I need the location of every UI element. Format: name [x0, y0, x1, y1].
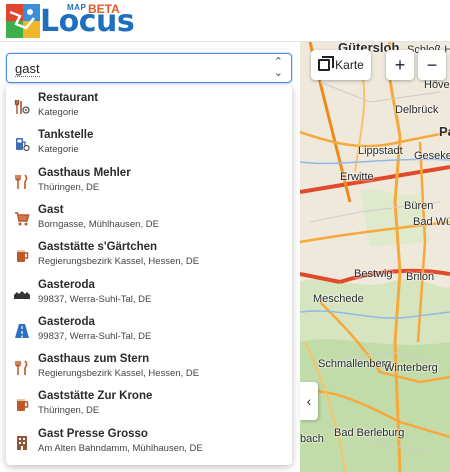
search-result-item[interactable]: Gasteroda 99837, Werra-Suhl-Tal, DE: [6, 275, 292, 312]
map-label-bach: bach: [300, 433, 324, 445]
map-label-pa: Pa: [439, 124, 450, 139]
result-title: Tankstelle: [38, 129, 94, 142]
result-title: Gaststätte s'Gärtchen: [38, 241, 158, 254]
result-subtitle: Thüringen, DE: [38, 181, 100, 193]
map-label-geseke: Geseke: [414, 150, 450, 162]
map-label-bueren: Büren: [404, 200, 434, 212]
result-title: Gaststätte Zur Krone: [38, 390, 153, 403]
result-title: Gasteroda: [38, 315, 95, 328]
result-title: Gast: [38, 203, 64, 216]
result-subtitle: 99837, Werra-Suhl-Tal, DE: [38, 293, 152, 305]
locus-logo-icon: [6, 4, 40, 38]
road-icon: [14, 323, 30, 339]
search-results-list: Restaurant Kategorie Tankstelle Kategorie Ga…: [6, 85, 292, 465]
app-header: MAP Locus BETA: [0, 0, 450, 42]
fuel-category-icon: [14, 136, 30, 152]
shopping-cart-icon: [14, 211, 30, 227]
search-result-item[interactable]: Gast Borngasse, Mühlhausen, DE: [6, 200, 292, 237]
collapse-chevron-icon[interactable]: ⌃ ⌄: [274, 57, 283, 79]
result-title: Gasthaus Mehler: [38, 166, 131, 179]
map-label-lippstadt: Lippstadt: [358, 145, 403, 157]
result-subtitle: Borngasse, Mühlhausen, DE: [38, 218, 159, 230]
layers-icon: [318, 56, 335, 71]
search-result-item[interactable]: Gaststätte Zur Krone Thüringen, DE: [6, 386, 292, 423]
collapse-panel-button[interactable]: ‹: [300, 382, 318, 420]
search-input-value: gast: [15, 61, 40, 77]
zoom-out-button[interactable]: −: [418, 50, 446, 80]
search-input[interactable]: gast ⌃ ⌄: [6, 53, 292, 83]
map-label-hoeve: Höve: [424, 79, 450, 91]
search-result-item[interactable]: Gasthaus Mehler Thüringen, DE: [6, 163, 292, 200]
map-label-winterberg: Winterberg: [384, 362, 438, 374]
result-subtitle: Regierungsbezirk Kassel, Hessen, DE: [38, 256, 200, 268]
map-label-delbrueck: Delbrück: [395, 104, 439, 116]
fork-knife-icon: [14, 174, 30, 190]
result-subtitle: Thüringen, DE: [38, 405, 100, 417]
result-subtitle: Kategorie: [38, 107, 79, 118]
result-title: Gast Presse Grosso: [38, 427, 148, 440]
search-result-item[interactable]: Gaststätte s'Gärtchen Regierungsbezirk Ka…: [6, 237, 292, 274]
search-result-item[interactable]: Restaurant Kategorie: [6, 88, 292, 125]
map-layer-label: Karte: [335, 58, 364, 72]
search-result-item[interactable]: Tankstelle Kategorie: [6, 125, 292, 162]
search-result-item[interactable]: Gasthaus zum Stern Regierungsbezirk Kasse…: [6, 349, 292, 386]
result-title: Restaurant: [38, 92, 99, 104]
result-title: Gasteroda: [38, 278, 95, 291]
beer-mug-icon: [14, 248, 30, 264]
map-label-bestwig: Bestwig: [354, 268, 393, 280]
map-label-erwitte: Erwitte: [340, 171, 374, 183]
map-label-brilon: Brilon: [406, 271, 435, 283]
map-label-schmallenberg: Schmallenberg: [318, 358, 392, 370]
map-label-bad-berleburg: Bad Berleburg: [334, 427, 405, 439]
result-subtitle: Kategorie: [38, 144, 79, 156]
result-subtitle: Am Alten Bahndamm, Mühlhausen, DE: [38, 442, 203, 454]
search-result-item[interactable]: Gasteroda 99837, Werra-Suhl-Tal, DE: [6, 312, 292, 349]
result-subtitle: 99837, Werra-Suhl-Tal, DE: [38, 330, 152, 342]
map-view[interactable]: Gütersloh Schloß Holte Höve Delbrück Pa …: [300, 42, 450, 472]
beta-badge: BETA: [88, 2, 120, 16]
result-subtitle: Regierungsbezirk Kassel, Hessen, DE: [38, 368, 200, 380]
building-icon: [14, 435, 30, 451]
map-label-bad-wuennenberg: Bad Wü: [413, 216, 450, 228]
result-title: Gasthaus zum Stern: [38, 353, 150, 366]
village-icon: [14, 286, 30, 302]
beer-mug-icon: [14, 397, 30, 413]
map-layer-button[interactable]: Karte: [311, 50, 371, 80]
zoom-in-button[interactable]: +: [386, 50, 414, 80]
search-result-item[interactable]: Gast Presse Grosso Am Alten Bahndamm, Müh…: [6, 424, 292, 461]
map-label-meschede: Meschede: [313, 293, 364, 305]
fork-knife-icon: [14, 360, 30, 376]
restaurant-category-icon: [14, 99, 30, 115]
